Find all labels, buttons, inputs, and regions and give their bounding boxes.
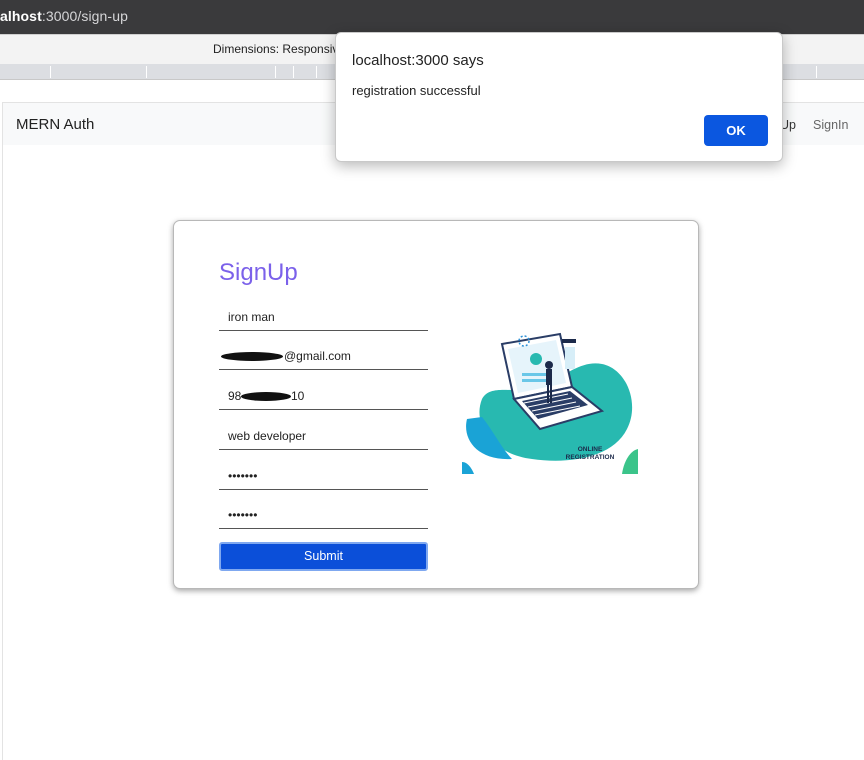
work-input[interactable] <box>219 422 428 449</box>
submit-button[interactable]: Submit <box>219 542 428 571</box>
name-input[interactable] <box>219 303 428 330</box>
phone-field[interactable]: 98 10 <box>219 382 428 410</box>
dimensions-dropdown[interactable]: Dimensions: Responsive <box>213 42 345 56</box>
name-field[interactable] <box>219 303 428 331</box>
illustration-caption-line2: REGISTRATION <box>566 454 615 461</box>
phone-suffix: 10 <box>291 389 305 403</box>
password-input[interactable] <box>219 462 428 489</box>
redaction-mark <box>221 352 283 361</box>
signup-card: SignUp 98 10 Submit <box>173 220 699 589</box>
confirm-password-field[interactable] <box>219 501 428 529</box>
work-field[interactable] <box>219 422 428 450</box>
brand-link[interactable]: MERN Auth <box>16 116 94 133</box>
email-field[interactable] <box>219 342 428 370</box>
alert-dialog: localhost:3000 says registration success… <box>335 32 783 162</box>
online-registration-illustration: ONLINE REGISTRATION <box>462 332 638 474</box>
redaction-mark <box>241 392 291 401</box>
page-viewport: MERN Auth nUp SignIn SignUp 98 10 Submit <box>2 102 864 760</box>
nav-signin-link[interactable]: SignIn <box>813 118 848 132</box>
signup-title: SignUp <box>219 259 298 286</box>
alert-message: registration successful <box>352 83 481 98</box>
url-text[interactable]: alhost:3000/sign-up <box>0 8 128 24</box>
confirm-password-input[interactable] <box>219 501 428 528</box>
address-bar[interactable]: alhost:3000/sign-up <box>0 0 864 34</box>
phone-prefix: 98 <box>228 389 242 403</box>
password-field[interactable] <box>219 462 428 490</box>
alert-title: localhost:3000 says <box>352 52 484 69</box>
alert-ok-button[interactable]: OK <box>704 115 768 146</box>
illustration-caption-line1: ONLINE <box>578 446 603 453</box>
